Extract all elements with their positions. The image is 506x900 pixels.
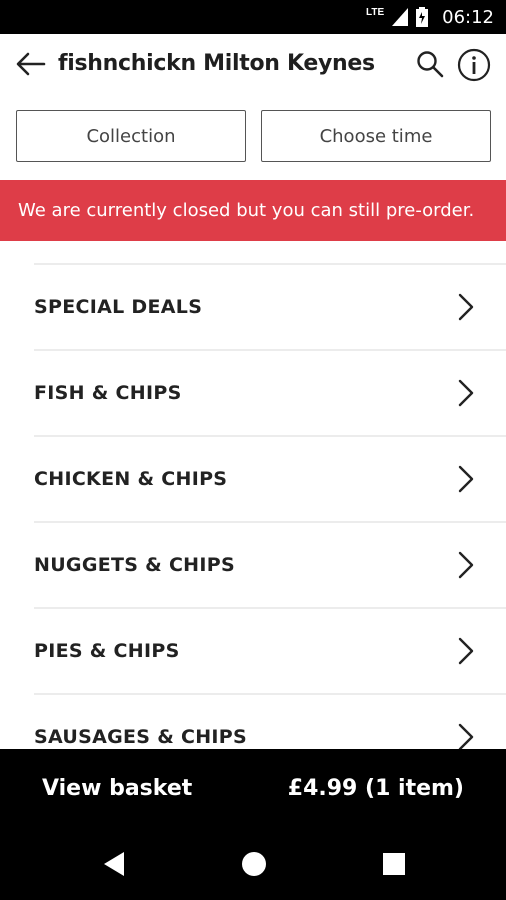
chevron-right-icon [458, 379, 474, 407]
menu-item-label: NUGGETS & CHIPS [34, 554, 235, 576]
network-type: LTE [365, 6, 385, 18]
nav-home-button[interactable] [240, 850, 268, 878]
signal-icon [392, 8, 409, 26]
nav-recents-icon [383, 853, 405, 875]
menu-item-label: SPECIAL DEALS [34, 296, 203, 318]
chevron-right-icon [458, 723, 474, 749]
choose-time-button[interactable]: Choose time [261, 110, 491, 162]
chevron-right-icon [458, 293, 474, 321]
back-button[interactable] [14, 49, 48, 79]
nav-home-icon [242, 852, 266, 876]
menu-item-chicken-chips[interactable]: CHICKEN & CHIPS [34, 437, 506, 523]
nav-recents-button[interactable] [380, 850, 408, 878]
system-nav-bar [0, 828, 506, 900]
menu-item-fish-chips[interactable]: FISH & CHIPS [34, 351, 506, 437]
info-icon [457, 48, 491, 82]
menu-item-sausages-chips[interactable]: SAUSAGES & CHIPS [34, 695, 506, 749]
menu-item-label: PIES & CHIPS [34, 640, 180, 662]
menu-item-nuggets-chips[interactable]: NUGGETS & CHIPS [34, 523, 506, 609]
menu-item-label: SAUSAGES & CHIPS [34, 726, 248, 748]
battery-icon [416, 7, 429, 27]
search-button[interactable] [414, 48, 446, 80]
clock: 06:12 [442, 6, 494, 28]
order-options: Collection Choose time [0, 110, 506, 162]
status-bar: LTE 06:12 [0, 0, 506, 34]
menu-item-label: FISH & CHIPS [34, 382, 182, 404]
nav-back-button[interactable] [100, 850, 128, 878]
view-basket-bar[interactable]: View basket £4.99 (1 item) [0, 749, 506, 828]
chevron-right-icon [458, 551, 474, 579]
chevron-right-icon [458, 637, 474, 665]
info-button[interactable] [456, 47, 492, 83]
closed-banner: We are currently closed but you can stil… [0, 180, 506, 241]
restaurant-title: fishnchickn Milton Keynes [58, 51, 375, 76]
menu-category-list: SPECIAL DEALS FISH & CHIPS CHICKEN & CHI… [0, 241, 506, 749]
menu-item-pies-chips[interactable]: PIES & CHIPS [34, 609, 506, 695]
chevron-right-icon [458, 465, 474, 493]
collection-button[interactable]: Collection [16, 110, 246, 162]
nav-back-icon [104, 852, 124, 876]
back-arrow-icon [16, 52, 46, 76]
view-basket-label: View basket [42, 776, 193, 801]
app-bar: fishnchickn Milton Keynes [0, 34, 506, 96]
basket-summary: £4.99 (1 item) [287, 776, 464, 801]
search-icon [417, 51, 444, 78]
menu-item-special-deals[interactable]: SPECIAL DEALS [34, 265, 506, 351]
menu-item-label: CHICKEN & CHIPS [34, 468, 228, 490]
